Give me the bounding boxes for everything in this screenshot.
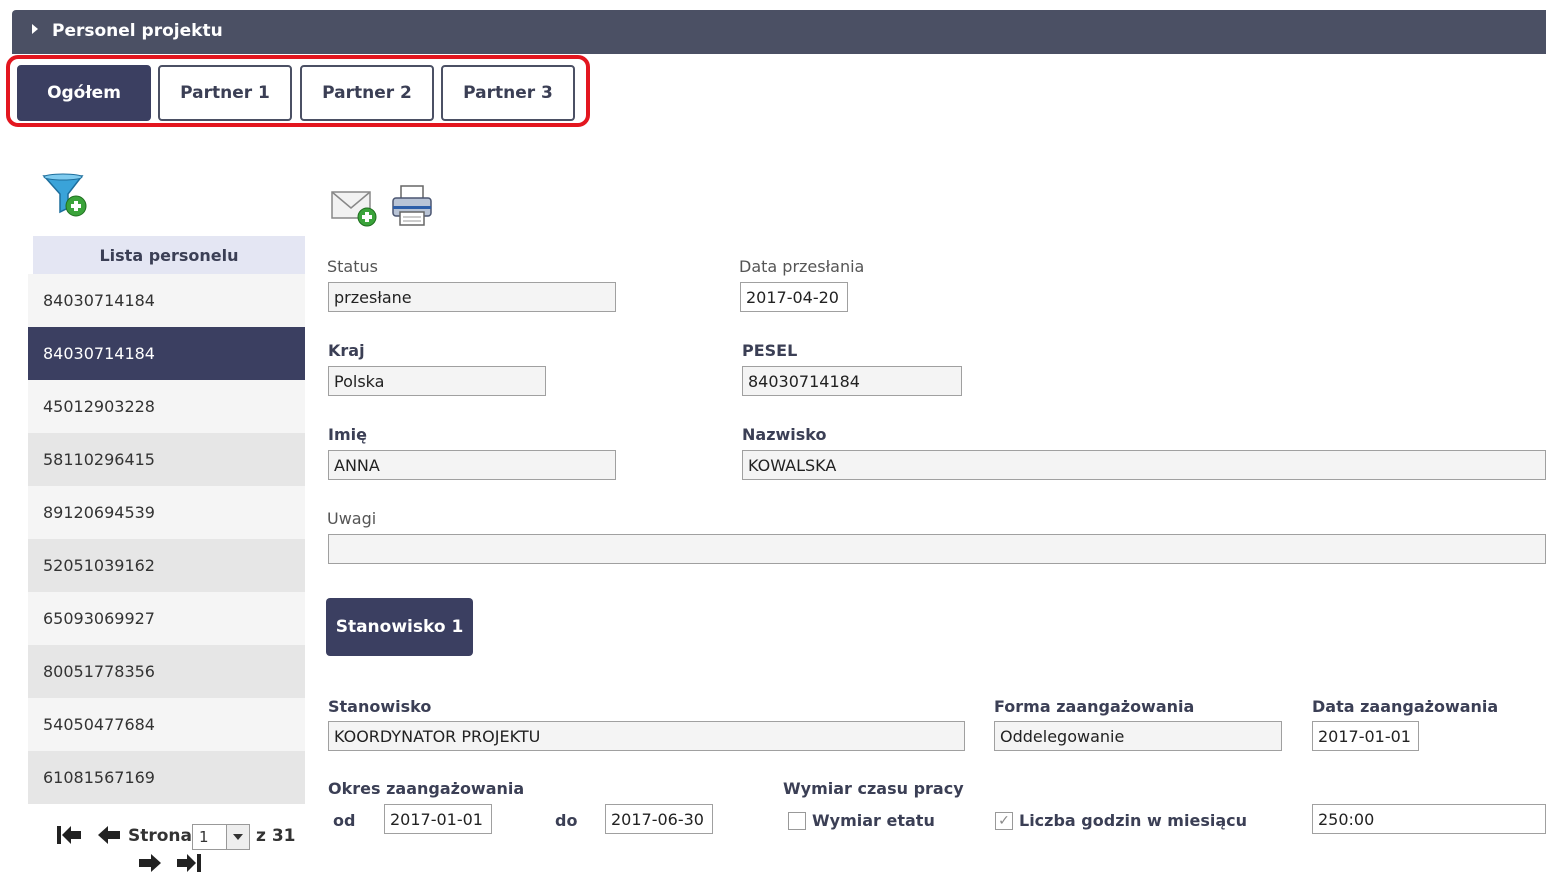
tab-partner-1[interactable]: Partner 1 bbox=[158, 65, 292, 121]
stanowisko-label: Stanowisko bbox=[328, 697, 432, 716]
forma-zaangazowania-label: Forma zaangażowania bbox=[994, 697, 1195, 716]
kraj-field[interactable]: Polska bbox=[328, 366, 546, 396]
page-select[interactable]: 1 bbox=[192, 824, 250, 850]
pager-total: z 31 bbox=[256, 826, 296, 846]
list-item[interactable]: 84030714184 bbox=[28, 274, 305, 327]
list-item[interactable]: 65093069927 bbox=[28, 592, 305, 645]
okres-zaangazowania-label: Okres zaangażowania bbox=[328, 779, 525, 798]
first-page-icon[interactable] bbox=[56, 824, 82, 851]
kraj-label: Kraj bbox=[328, 341, 365, 360]
filter-add-icon[interactable] bbox=[42, 172, 90, 220]
list-item[interactable]: 45012903228 bbox=[28, 380, 305, 433]
list-item[interactable]: 52051039162 bbox=[28, 539, 305, 592]
uwagi-label: Uwagi bbox=[327, 509, 377, 528]
liczba-godzin-label: Liczba godzin w miesiącu bbox=[1019, 811, 1247, 830]
godziny-field[interactable]: 250:00 bbox=[1312, 804, 1546, 834]
od-date-field[interactable]: 2017-01-01 bbox=[384, 804, 492, 834]
liczba-godzin-checkbox[interactable]: ✓ bbox=[995, 812, 1013, 830]
prev-page-icon[interactable] bbox=[97, 824, 121, 851]
data-zaangazowania-label: Data zaangażowania bbox=[1312, 697, 1499, 716]
nazwisko-label: Nazwisko bbox=[742, 425, 827, 444]
stanowisko-1-button[interactable]: Stanowisko 1 bbox=[326, 598, 473, 656]
pager-label: Strona bbox=[128, 826, 193, 846]
imie-field[interactable]: ANNA bbox=[328, 450, 616, 480]
do-label: do bbox=[555, 811, 578, 830]
wymiar-etatu-label: Wymiar etatu bbox=[812, 811, 935, 830]
forma-zaangazowania-field[interactable]: Oddelegowanie bbox=[994, 721, 1282, 751]
pesel-field[interactable]: 84030714184 bbox=[742, 366, 962, 396]
list-item[interactable]: 84030714184 bbox=[28, 327, 305, 380]
tab-ogolem[interactable]: Ogółem bbox=[17, 65, 151, 121]
do-date-field[interactable]: 2017-06-30 bbox=[605, 804, 713, 834]
section-title: Personel projektu bbox=[52, 21, 223, 41]
stanowisko-field[interactable]: KOORDYNATOR PROJEKTU bbox=[328, 721, 965, 751]
list-item[interactable]: 58110296415 bbox=[28, 433, 305, 486]
chevron-down-icon[interactable] bbox=[226, 825, 249, 849]
list-item[interactable]: 61081567169 bbox=[28, 751, 305, 804]
data-przeslania-field[interactable]: 2017-04-20 bbox=[740, 282, 848, 312]
section-header[interactable]: Personel projektu bbox=[12, 10, 1546, 54]
expand-arrow-icon[interactable] bbox=[32, 24, 38, 34]
data-przeslania-label: Data przesłania bbox=[739, 257, 865, 276]
list-item[interactable]: 54050477684 bbox=[28, 698, 305, 751]
list-item[interactable]: 80051778356 bbox=[28, 645, 305, 698]
pesel-label: PESEL bbox=[742, 341, 798, 360]
status-field[interactable]: przesłane bbox=[328, 282, 616, 312]
page-select-value: 1 bbox=[199, 828, 209, 846]
tab-partner-3[interactable]: Partner 3 bbox=[441, 65, 575, 121]
print-icon[interactable] bbox=[390, 184, 436, 228]
next-page-icon[interactable] bbox=[138, 853, 162, 878]
imie-label: Imię bbox=[328, 425, 367, 444]
uwagi-field[interactable] bbox=[328, 534, 1546, 564]
nazwisko-field[interactable]: KOWALSKA bbox=[742, 450, 1546, 480]
status-label: Status bbox=[327, 257, 378, 276]
od-label: od bbox=[333, 811, 356, 830]
list-header: Lista personelu bbox=[33, 236, 305, 274]
list-item[interactable]: 89120694539 bbox=[28, 486, 305, 539]
wymiar-czasu-label: Wymiar czasu pracy bbox=[783, 779, 964, 798]
data-zaangazowania-field[interactable]: 2017-01-01 bbox=[1312, 721, 1419, 751]
last-page-icon[interactable] bbox=[176, 853, 204, 878]
wymiar-etatu-checkbox[interactable] bbox=[788, 812, 806, 830]
email-add-icon[interactable] bbox=[330, 188, 378, 228]
tab-partner-2[interactable]: Partner 2 bbox=[300, 65, 434, 121]
